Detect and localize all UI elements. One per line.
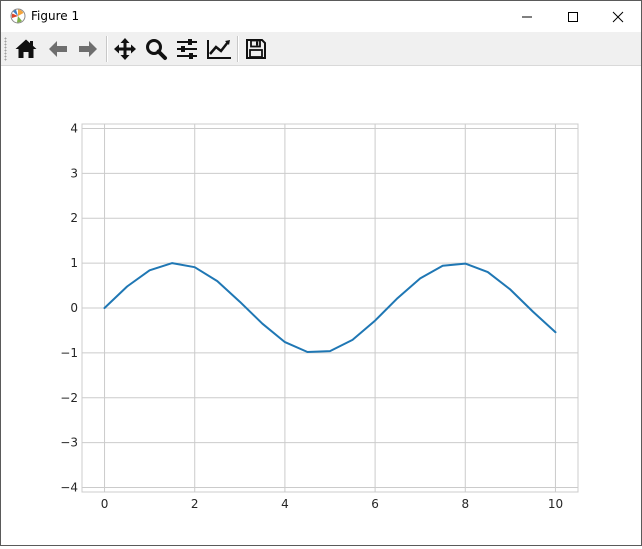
edit-curves-icon — [207, 40, 231, 59]
close-button[interactable] — [595, 1, 641, 32]
save-button[interactable] — [242, 35, 270, 63]
maximize-button[interactable] — [550, 1, 596, 32]
zoom-icon — [146, 39, 167, 60]
zoom-button[interactable] — [142, 35, 170, 63]
x-tick-label: 4 — [281, 497, 289, 511]
window-title: Figure 1 — [31, 9, 80, 23]
x-tick-label: 10 — [548, 497, 563, 511]
minimize-button[interactable] — [504, 1, 550, 32]
configure-subplots-button[interactable] — [173, 35, 201, 63]
toolbar-separator — [237, 36, 239, 62]
minimize-icon — [522, 16, 532, 17]
back-arrow-icon — [49, 41, 67, 57]
y-tick-label: 0 — [70, 301, 78, 315]
x-tick-label: 2 — [191, 497, 199, 511]
line-chart[interactable]: 0 2 4 6 8 1043210−1−2−3−4 — [1, 66, 641, 545]
subplots-config-icon — [177, 39, 197, 59]
toolbar-grip[interactable] — [4, 37, 7, 61]
y-tick-label: −3 — [60, 436, 78, 450]
y-tick-label: 1 — [70, 256, 78, 270]
figure-canvas[interactable]: 0 2 4 6 8 10 4 3 2 1 0 −1 −2 −3 −4 — [1, 66, 641, 545]
x-tick-label: 0 — [101, 497, 109, 511]
y-tick-label: −2 — [60, 391, 78, 405]
pan-button[interactable] — [111, 35, 139, 63]
close-icon — [612, 11, 624, 22]
matplotlib-app-icon — [10, 8, 26, 24]
home-button[interactable] — [12, 35, 40, 63]
y-tick-label: 3 — [70, 166, 78, 180]
y-tick-label: 4 — [70, 121, 78, 135]
x-tick-label: 6 — [371, 497, 379, 511]
x-tick-label: 8 — [461, 497, 469, 511]
y-tick-label: −4 — [60, 481, 78, 495]
home-icon — [15, 39, 37, 58]
save-icon — [246, 39, 266, 59]
back-button[interactable] — [44, 35, 72, 63]
navigation-toolbar — [1, 32, 641, 66]
edit-axes-button[interactable] — [205, 35, 233, 63]
forward-arrow-icon — [79, 41, 97, 57]
maximize-icon — [568, 11, 578, 22]
toolbar-separator — [106, 36, 108, 62]
figure-window: Figure 1 0 2 4 6 8 10 4 3 2 1 0 −1 −2 −3… — [0, 0, 642, 546]
title-bar: Figure 1 — [1, 1, 641, 32]
pan-icon — [114, 38, 136, 60]
forward-button[interactable] — [74, 35, 102, 63]
y-tick-label: −1 — [60, 346, 78, 360]
y-tick-label: 2 — [70, 211, 78, 225]
